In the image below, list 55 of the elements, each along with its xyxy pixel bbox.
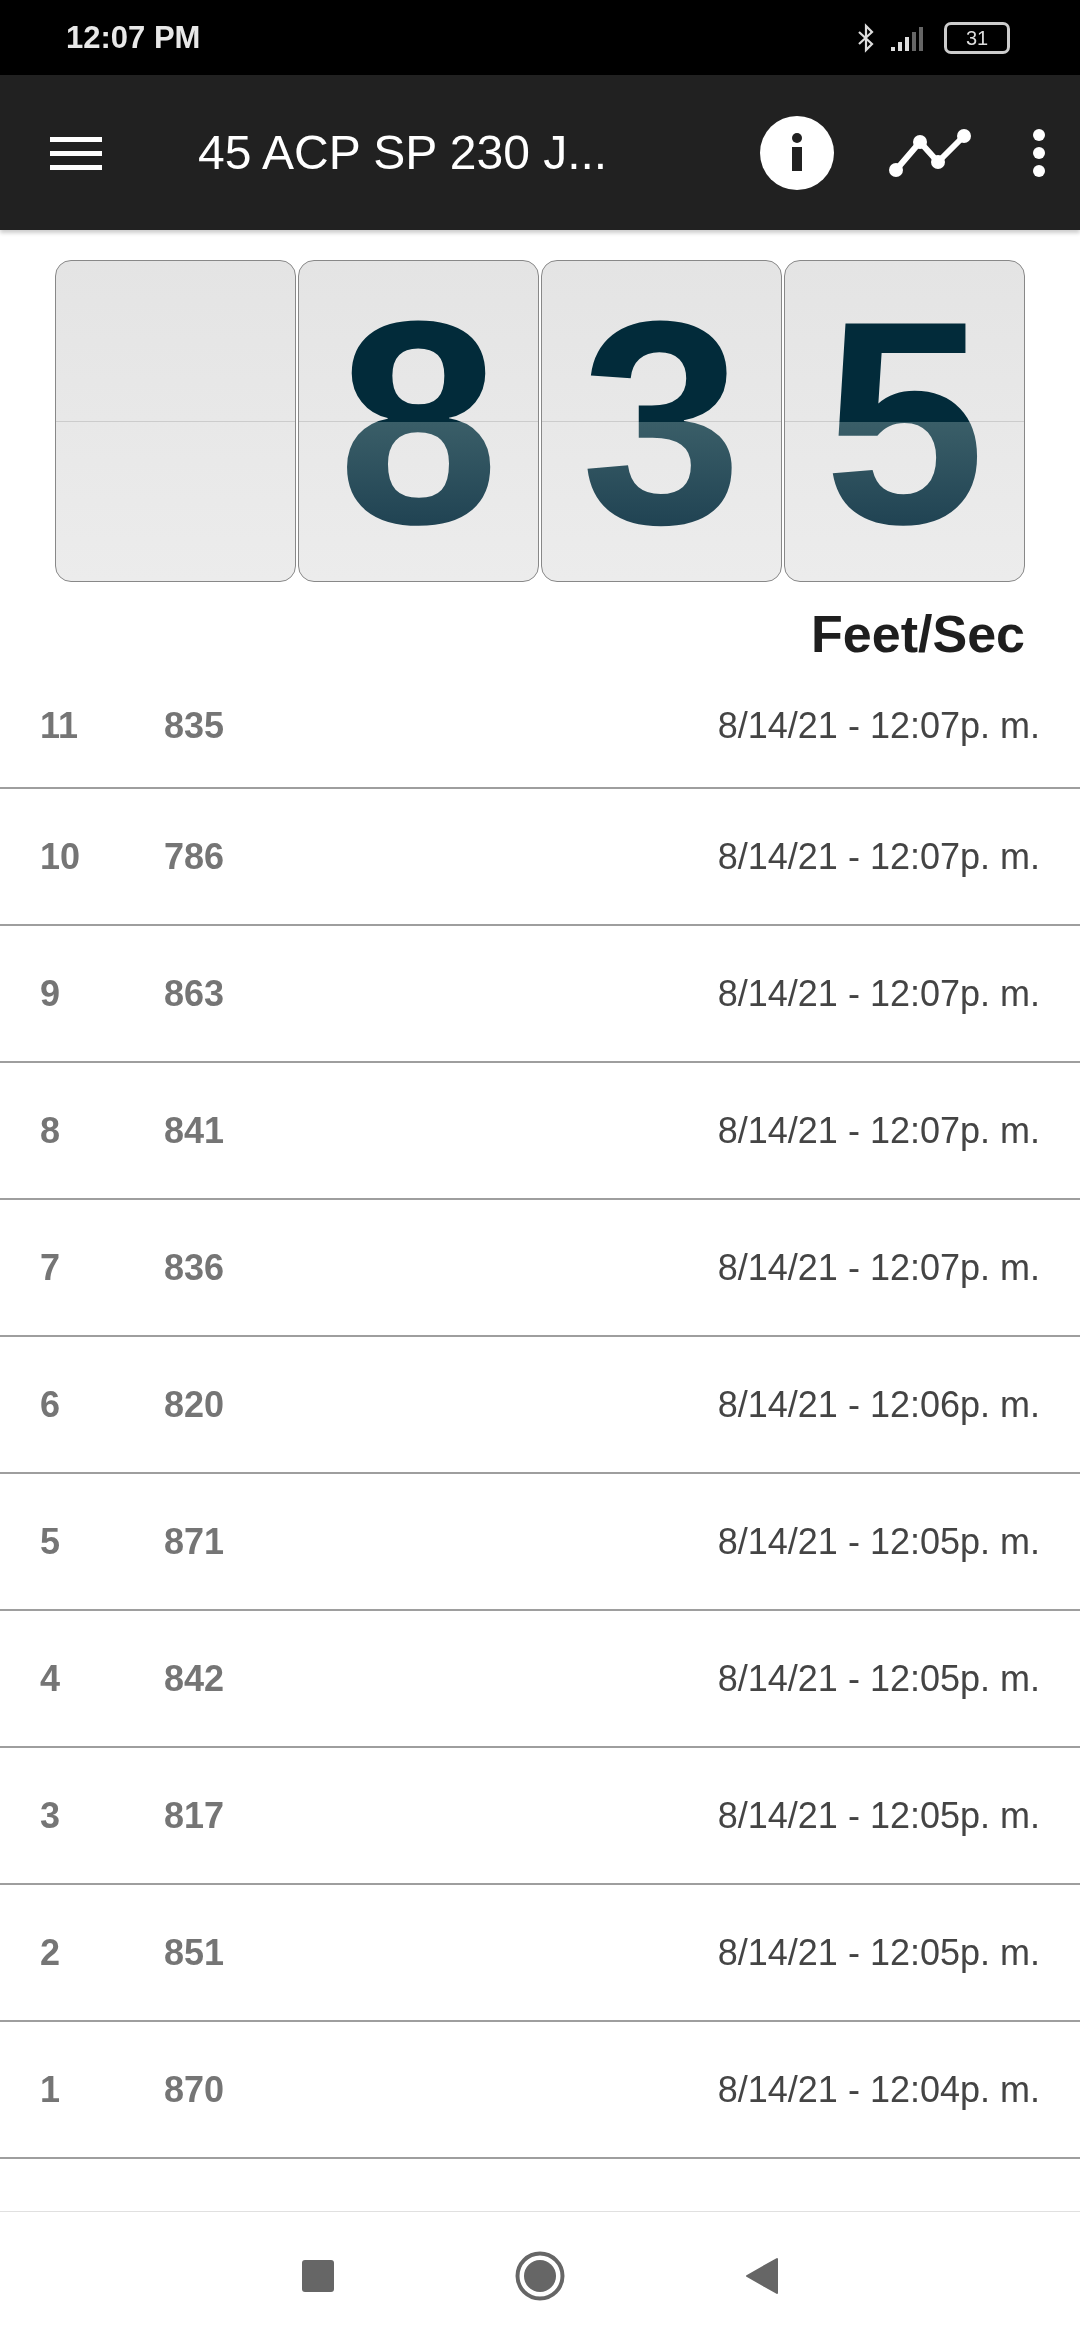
battery-level: 31 [965, 27, 989, 48]
reading-row[interactable]: 7 836 8/14/21 - 12:07p. m. [0, 1200, 1080, 1337]
info-icon[interactable] [760, 115, 834, 190]
recent-apps-icon[interactable] [301, 2259, 335, 2293]
reading-index: 1 [40, 2068, 62, 2111]
reading-time: 8/14/21 - 12:05p. m. [717, 1794, 1040, 1837]
unit-label: Feet/Sec [811, 604, 1025, 664]
reading-row[interactable]: 10 786 8/14/21 - 12:07p. m. [0, 789, 1080, 926]
reading-row[interactable]: 6 820 8/14/21 - 12:06p. m. [0, 1337, 1080, 1474]
reading-row[interactable]: 9 863 8/14/21 - 12:07p. m. [0, 926, 1080, 1063]
reading-index: 7 [40, 1246, 62, 1289]
reading-value: 820 [164, 1383, 226, 1426]
reading-value: 786 [164, 835, 226, 878]
home-icon[interactable] [515, 2251, 565, 2301]
reading-time: 8/14/21 - 12:07p. m. [717, 704, 1040, 747]
line-chart-icon[interactable] [888, 127, 972, 178]
reading-time: 8/14/21 - 12:07p. m. [717, 835, 1040, 878]
reading-value: 842 [164, 1657, 226, 1700]
bluetooth-icon [856, 22, 876, 53]
reading-value: 836 [164, 1246, 226, 1289]
reading-time: 8/14/21 - 12:07p. m. [717, 972, 1040, 1015]
reading-value: 871 [164, 1520, 226, 1563]
reading-time: 8/14/21 - 12:05p. m. [717, 1657, 1040, 1700]
reading-row[interactable]: 8 841 8/14/21 - 12:07p. m. [0, 1063, 1080, 1200]
reading-value: 863 [164, 972, 226, 1015]
reading-index: 2 [40, 1931, 62, 1974]
reading-row[interactable]: 3 817 8/14/21 - 12:05p. m. [0, 1748, 1080, 1885]
reading-index: 9 [40, 972, 62, 1015]
reading-index: 10 [40, 835, 82, 878]
reading-value: 870 [164, 2068, 226, 2111]
reading-value: 835 [164, 704, 226, 747]
reading-row[interactable]: 4 842 8/14/21 - 12:05p. m. [0, 1611, 1080, 1748]
reading-index: 4 [40, 1657, 62, 1700]
reading-value: 851 [164, 1931, 226, 1974]
back-icon[interactable] [745, 2257, 779, 2295]
status-time: 12:07 PM [66, 19, 201, 56]
reading-time: 8/14/21 - 12:04p. m. [717, 2068, 1040, 2111]
reading-index: 6 [40, 1383, 62, 1426]
reading-row[interactable]: 1 870 8/14/21 - 12:04p. m. [0, 2022, 1080, 2159]
more-options-icon[interactable] [1032, 127, 1046, 178]
reading-time: 8/14/21 - 12:07p. m. [717, 1246, 1040, 1289]
reading-index: 8 [40, 1109, 62, 1152]
reading-row[interactable]: 2 851 8/14/21 - 12:05p. m. [0, 1885, 1080, 2022]
reading-value: 841 [164, 1109, 226, 1152]
reading-time: 8/14/21 - 12:05p. m. [717, 1520, 1040, 1563]
reading-index: 3 [40, 1794, 62, 1837]
reading-time: 8/14/21 - 12:05p. m. [717, 1931, 1040, 1974]
reading-value: 817 [164, 1794, 226, 1837]
reading-time: 8/14/21 - 12:07p. m. [717, 1109, 1040, 1152]
reading-time: 8/14/21 - 12:06p. m. [717, 1383, 1040, 1426]
reading-row[interactable]: 5 871 8/14/21 - 12:05p. m. [0, 1474, 1080, 1611]
reading-row[interactable]: 11 835 8/14/21 - 12:07p. m. [0, 664, 1080, 789]
app-title: 45 ACP SP 230 J... [198, 125, 609, 180]
reading-index: 11 [40, 704, 80, 747]
reading-index: 5 [40, 1520, 62, 1563]
